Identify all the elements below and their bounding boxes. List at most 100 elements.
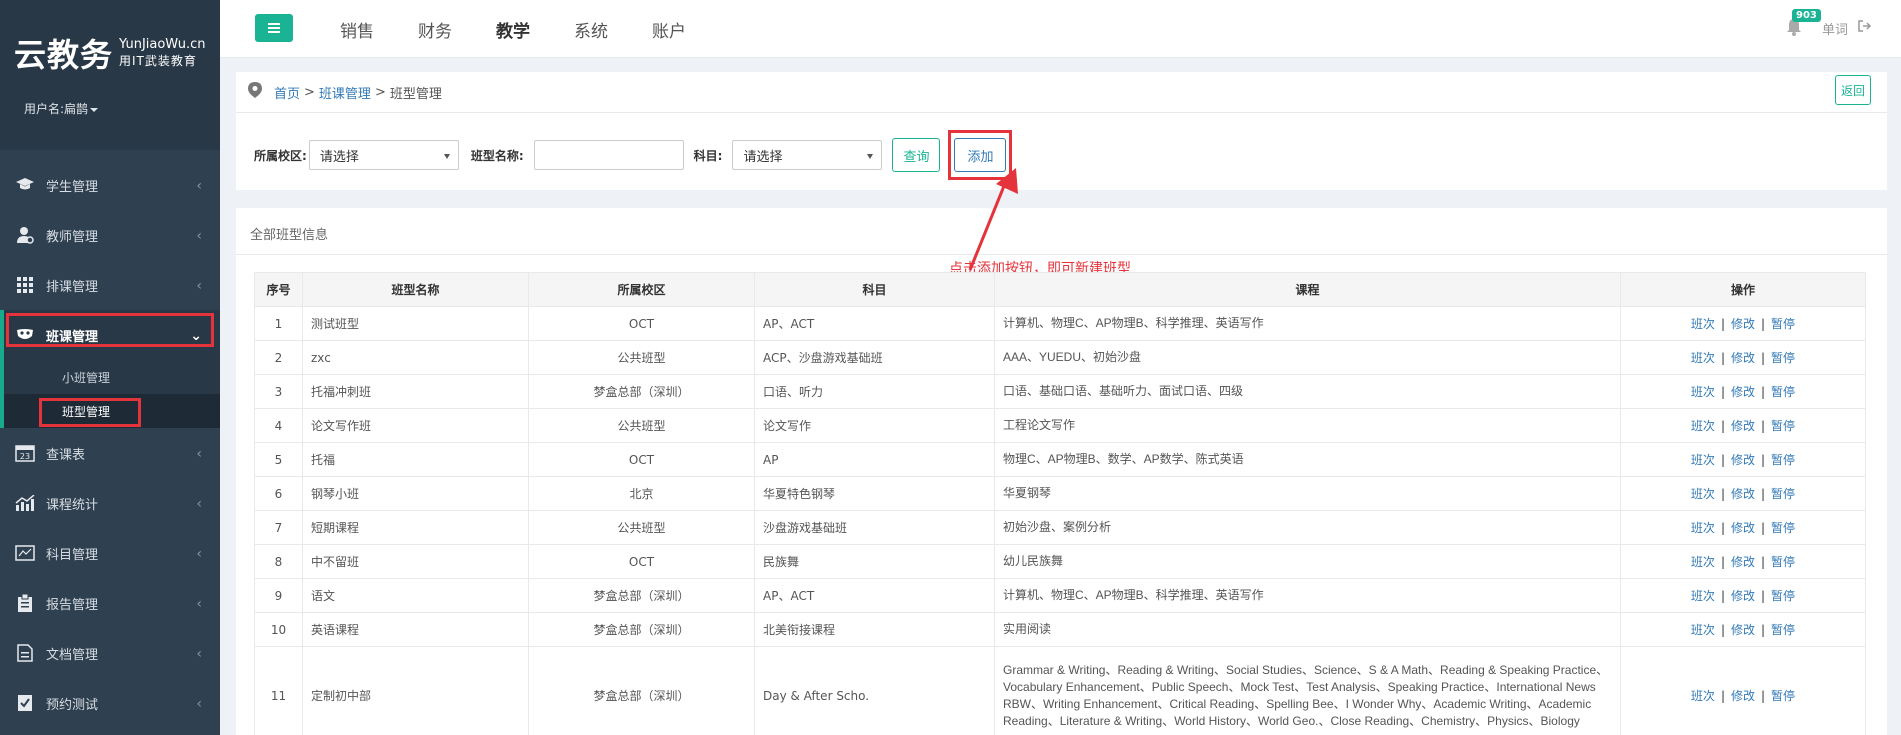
chevron-left-icon: ‹ bbox=[196, 446, 202, 462]
schedule-link[interactable]: 班次 bbox=[1691, 385, 1715, 399]
chevron-left-icon: ‹ bbox=[196, 696, 202, 712]
edit-link[interactable]: 修改 bbox=[1731, 385, 1755, 399]
col-course: 课程 bbox=[994, 272, 1621, 307]
edit-link[interactable]: 修改 bbox=[1731, 487, 1755, 501]
cell-course: 初始沙盘、案例分析 bbox=[994, 510, 1621, 545]
edit-link[interactable]: 修改 bbox=[1731, 521, 1755, 535]
sidebar-item-subject[interactable]: 科目管理 ‹ bbox=[0, 528, 220, 578]
sidebar-subitem-small-class[interactable]: 小班管理 bbox=[0, 360, 220, 394]
document-icon bbox=[14, 642, 36, 664]
pause-link[interactable]: 暂停 bbox=[1771, 453, 1795, 467]
breadcrumb-home[interactable]: 首页 bbox=[274, 83, 300, 102]
annotation-arrow bbox=[968, 168, 1018, 271]
schedule-link[interactable]: 班次 bbox=[1691, 453, 1715, 467]
chart-icon bbox=[14, 492, 36, 514]
sidebar-item-report[interactable]: 报告管理 ‹ bbox=[0, 578, 220, 628]
separator: | bbox=[1761, 419, 1766, 433]
cell-subject: ACP、沙盘游戏基础班 bbox=[754, 340, 995, 375]
schedule-link[interactable]: 班次 bbox=[1691, 623, 1715, 637]
schedule-link[interactable]: 班次 bbox=[1691, 317, 1715, 331]
tab-finance[interactable]: 财务 bbox=[396, 0, 474, 58]
cell-campus: 公共班型 bbox=[528, 340, 755, 375]
pause-link[interactable]: 暂停 bbox=[1771, 689, 1795, 703]
pause-link[interactable]: 暂停 bbox=[1771, 317, 1795, 331]
col-subject: 科目 bbox=[754, 272, 995, 307]
brand: 云教务 YunJiaoWu.cn 用IT武装教育 用户名:扁鹊 bbox=[0, 0, 220, 150]
separator: | bbox=[1720, 555, 1725, 569]
logout-icon[interactable] bbox=[1858, 20, 1872, 36]
edit-link[interactable]: 修改 bbox=[1731, 351, 1755, 365]
edit-link[interactable]: 修改 bbox=[1731, 689, 1755, 703]
pause-link[interactable]: 暂停 bbox=[1771, 419, 1795, 433]
pause-link[interactable]: 暂停 bbox=[1771, 521, 1795, 535]
subject-select[interactable]: 请选择 bbox=[732, 140, 883, 170]
sidebar-item-label: 教师管理 bbox=[46, 229, 99, 245]
sidebar-item-timetable[interactable]: 23 查课表 ‹ bbox=[0, 428, 220, 478]
edit-link[interactable]: 修改 bbox=[1731, 589, 1755, 603]
sidebar-item-label: 查课表 bbox=[46, 447, 86, 463]
cell-course: 幼儿民族舞 bbox=[994, 544, 1621, 579]
schedule-link[interactable]: 班次 bbox=[1691, 689, 1715, 703]
edit-link[interactable]: 修改 bbox=[1731, 623, 1755, 637]
sidebar-item-statistics[interactable]: 课程统计 ‹ bbox=[0, 478, 220, 528]
campus-select[interactable]: 请选择 bbox=[308, 140, 459, 170]
pause-link[interactable]: 暂停 bbox=[1771, 589, 1795, 603]
sidebar-item-student[interactable]: 学生管理 ‹ bbox=[0, 160, 220, 210]
chevron-left-icon: ‹ bbox=[196, 546, 202, 562]
tab-sales[interactable]: 销售 bbox=[318, 0, 396, 58]
logo-en-text: YunJiaoWu.cn bbox=[119, 37, 206, 52]
cell-campus: 公共班型 bbox=[528, 510, 755, 545]
notification-button[interactable]: 903 bbox=[1786, 9, 1821, 38]
schedule-link[interactable]: 班次 bbox=[1691, 487, 1715, 501]
tab-system[interactable]: 系统 bbox=[552, 0, 630, 58]
col-actions: 操作 bbox=[1620, 272, 1866, 307]
cell-index: 10 bbox=[254, 612, 303, 647]
graduation-cap-icon bbox=[14, 174, 36, 196]
edit-link[interactable]: 修改 bbox=[1731, 453, 1755, 467]
query-button[interactable]: 查询 bbox=[892, 138, 941, 172]
cell-class-name: 定制初中部 bbox=[302, 646, 529, 735]
subject-icon bbox=[14, 542, 36, 564]
sidebar-item-label: 预约测试 bbox=[46, 697, 99, 713]
logo: 云教务 YunJiaoWu.cn 用IT武装教育 bbox=[0, 30, 220, 76]
cell-subject: 沙盘游戏基础班 bbox=[754, 510, 995, 545]
annotation-box-class-type bbox=[39, 398, 141, 427]
class-name-input[interactable] bbox=[533, 140, 684, 170]
schedule-link[interactable]: 班次 bbox=[1691, 351, 1715, 365]
edit-link[interactable]: 修改 bbox=[1731, 317, 1755, 331]
schedule-link[interactable]: 班次 bbox=[1691, 521, 1715, 535]
username-dropdown[interactable]: 用户名:扁鹊 bbox=[0, 100, 220, 117]
cell-index: 1 bbox=[254, 306, 303, 341]
user-link[interactable]: 单词 bbox=[1822, 19, 1848, 38]
sidebar-item-document[interactable]: 文档管理 ‹ bbox=[0, 628, 220, 678]
cell-actions: 班次 | 修改 | 暂停 bbox=[1620, 408, 1866, 443]
schedule-link[interactable]: 班次 bbox=[1691, 419, 1715, 433]
sidebar-item-teacher[interactable]: 教师管理 ‹ bbox=[0, 210, 220, 260]
pause-link[interactable]: 暂停 bbox=[1771, 487, 1795, 501]
table-row: 5 托福 OCT AP 物理C、AP物理B、数学、AP数学、陈式英语 班次 | 修改 | 暂停 bbox=[254, 442, 1866, 477]
breadcrumb-sep: > bbox=[304, 84, 315, 100]
schedule-link[interactable]: 班次 bbox=[1691, 555, 1715, 569]
breadcrumb-parent[interactable]: 班课管理 bbox=[319, 83, 371, 102]
campus-select-value: 请选择 bbox=[319, 149, 359, 165]
edit-link[interactable]: 修改 bbox=[1731, 555, 1755, 569]
schedule-link[interactable]: 班次 bbox=[1691, 589, 1715, 603]
pause-link[interactable]: 暂停 bbox=[1771, 351, 1795, 365]
pause-link[interactable]: 暂停 bbox=[1771, 555, 1795, 569]
pause-link[interactable]: 暂停 bbox=[1771, 623, 1795, 637]
chevron-left-icon: ‹ bbox=[196, 496, 202, 512]
edit-link[interactable]: 修改 bbox=[1731, 419, 1755, 433]
cell-class-name: 托福冲刺班 bbox=[302, 374, 529, 409]
sidebar-item-schedule[interactable]: 排课管理 ‹ bbox=[0, 260, 220, 310]
add-button[interactable]: 添加 bbox=[954, 138, 1007, 172]
cell-index: 4 bbox=[254, 408, 303, 443]
tab-teaching[interactable]: 教学 bbox=[474, 0, 556, 58]
tab-account[interactable]: 账户 bbox=[630, 0, 708, 58]
table-body: 1 测试班型 OCT AP、ACT 计算机、物理C、AP物理B、科学推理、英语写作 班次 |… bbox=[254, 306, 1866, 735]
pause-link[interactable]: 暂停 bbox=[1771, 385, 1795, 399]
cell-actions: 班次 | 修改 | 暂停 bbox=[1620, 544, 1866, 579]
sidebar-item-test[interactable]: 预约测试 ‹ bbox=[0, 678, 220, 728]
back-button[interactable]: 返回 bbox=[1835, 75, 1871, 105]
menu-toggle-button[interactable] bbox=[255, 14, 293, 42]
cell-campus: OCT bbox=[528, 544, 755, 579]
